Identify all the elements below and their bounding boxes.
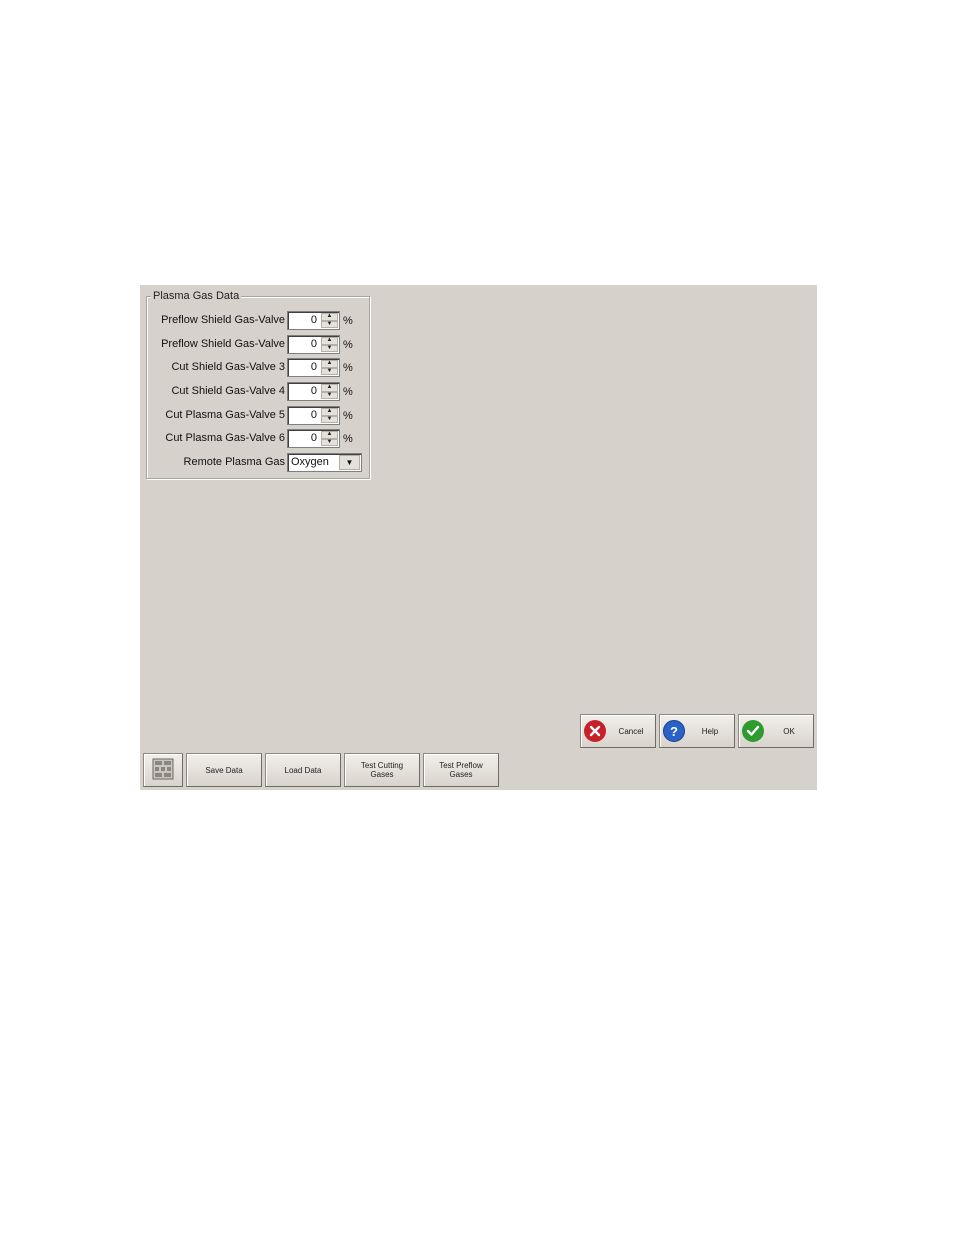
row-label: Preflow Shield Gas-Valve: [161, 314, 285, 326]
ok-button[interactable]: OK: [738, 714, 814, 748]
spinner-value: 0: [310, 361, 317, 373]
load-data-label: Load Data: [284, 765, 322, 775]
spin-up-icon[interactable]: ▲: [321, 408, 338, 416]
row-label: Cut Shield Gas-Valve 3: [171, 361, 285, 373]
row-label: Remote Plasma Gas: [183, 456, 285, 468]
cancel-label: Cancel: [618, 726, 644, 736]
test-preflow-gases-button[interactable]: Test Preflow Gases: [423, 753, 499, 787]
help-label: Help: [701, 726, 719, 736]
row-label: Cut Plasma Gas-Valve 5: [165, 409, 285, 421]
preflow-shield-2-spinner[interactable]: 0 ▲ ▼: [287, 335, 340, 354]
spin-down-icon[interactable]: ▼: [321, 344, 338, 352]
group-title: Plasma Gas Data: [151, 290, 242, 303]
chevron-down-icon[interactable]: ▼: [339, 455, 360, 470]
unit-label: %: [343, 386, 353, 398]
row-cut-shield-3: Cut Shield Gas-Valve 3 0 ▲ ▼ %: [147, 358, 369, 377]
spin-up-icon[interactable]: ▲: [321, 384, 338, 392]
unit-label: %: [343, 410, 353, 422]
cut-plasma-5-spinner[interactable]: 0 ▲ ▼: [287, 406, 340, 425]
preflow-shield-1-spinner[interactable]: 0 ▲ ▼: [287, 311, 340, 330]
spinner-value: 0: [310, 338, 317, 350]
spinner-value: 0: [310, 385, 317, 397]
row-preflow-shield-1: Preflow Shield Gas-Valve 0 ▲ ▼ %: [147, 311, 369, 330]
spin-down-icon[interactable]: ▼: [321, 367, 338, 375]
save-data-button[interactable]: Save Data: [186, 753, 262, 787]
cut-shield-3-spinner[interactable]: 0 ▲ ▼: [287, 358, 340, 377]
cancel-button[interactable]: Cancel: [580, 714, 656, 748]
cut-shield-4-spinner[interactable]: 0 ▲ ▼: [287, 382, 340, 401]
unit-label: %: [343, 362, 353, 374]
help-question-icon: ?: [663, 720, 685, 742]
row-label: Cut Plasma Gas-Valve 6: [165, 432, 285, 444]
help-button[interactable]: ? Help: [659, 714, 735, 748]
ok-label: OK: [783, 726, 795, 736]
row-cut-plasma-6: Cut Plasma Gas-Valve 6 0 ▲ ▼ %: [147, 429, 369, 448]
spin-up-icon[interactable]: ▲: [321, 337, 338, 345]
ok-check-icon: [742, 720, 764, 742]
gas-data-screen-button[interactable]: [143, 753, 183, 787]
test-cutting-gases-label: Test Cutting Gases: [360, 761, 404, 779]
row-cut-plasma-5: Cut Plasma Gas-Valve 5 0 ▲ ▼ %: [147, 406, 369, 425]
spin-down-icon[interactable]: ▼: [321, 391, 338, 399]
cut-plasma-6-spinner[interactable]: 0 ▲ ▼: [287, 429, 340, 448]
spin-down-icon[interactable]: ▼: [321, 320, 338, 328]
spinner-value: 0: [310, 409, 317, 421]
plasma-gas-data-group: Plasma Gas Data Preflow Shield Gas-Valve…: [146, 290, 370, 479]
remote-plasma-gas-select[interactable]: Oxygen ▼: [287, 453, 362, 472]
load-data-button[interactable]: Load Data: [265, 753, 341, 787]
spin-up-icon[interactable]: ▲: [321, 313, 338, 321]
spin-down-icon[interactable]: ▼: [321, 438, 338, 446]
test-preflow-gases-label: Test Preflow Gases: [439, 761, 483, 779]
spinner-value: 0: [310, 432, 317, 444]
unit-label: %: [343, 339, 353, 351]
spin-up-icon[interactable]: ▲: [321, 431, 338, 439]
select-value: Oxygen: [291, 456, 329, 468]
row-preflow-shield-2: Preflow Shield Gas-Valve 0 ▲ ▼ %: [147, 335, 369, 354]
unit-label: %: [343, 433, 353, 445]
cancel-x-icon: [584, 720, 606, 742]
spin-down-icon[interactable]: ▼: [321, 415, 338, 423]
spinner-value: 0: [310, 314, 317, 326]
test-cutting-gases-button[interactable]: Test Cutting Gases: [344, 753, 420, 787]
unit-label: %: [343, 315, 353, 327]
spin-up-icon[interactable]: ▲: [321, 360, 338, 368]
row-cut-shield-4: Cut Shield Gas-Valve 4 0 ▲ ▼ %: [147, 382, 369, 401]
plasma-gas-screen: Plasma Gas Data Preflow Shield Gas-Valve…: [140, 285, 817, 790]
save-data-label: Save Data: [205, 765, 243, 775]
gas-data-grid-icon: [152, 758, 174, 782]
svg-text:?: ?: [670, 724, 678, 738]
row-remote-plasma-gas: Remote Plasma Gas Oxygen ▼: [147, 453, 369, 472]
row-label: Cut Shield Gas-Valve 4: [171, 385, 285, 397]
row-label: Preflow Shield Gas-Valve: [161, 338, 285, 350]
